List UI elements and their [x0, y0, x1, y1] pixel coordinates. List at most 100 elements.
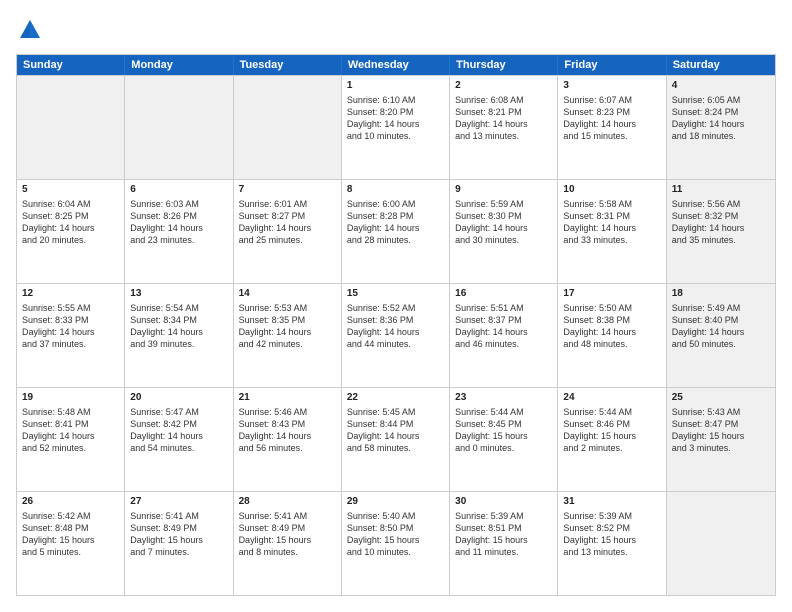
cell-info-line: Sunset: 8:47 PM	[672, 418, 770, 430]
cell-info-line: Sunset: 8:27 PM	[239, 210, 336, 222]
cell-info-line: Sunset: 8:25 PM	[22, 210, 119, 222]
calendar-cell-20: 20Sunrise: 5:47 AMSunset: 8:42 PMDayligh…	[125, 388, 233, 491]
cell-info-line: Sunset: 8:33 PM	[22, 314, 119, 326]
calendar-cell-1: 1Sunrise: 6:10 AMSunset: 8:20 PMDaylight…	[342, 76, 450, 179]
logo	[16, 16, 48, 44]
calendar-cell-7: 7Sunrise: 6:01 AMSunset: 8:27 PMDaylight…	[234, 180, 342, 283]
cell-info-line: Sunset: 8:24 PM	[672, 106, 770, 118]
day-number: 24	[563, 391, 660, 405]
calendar: SundayMondayTuesdayWednesdayThursdayFrid…	[16, 54, 776, 596]
calendar-row-1: 5Sunrise: 6:04 AMSunset: 8:25 PMDaylight…	[17, 179, 775, 283]
day-number: 6	[130, 183, 227, 197]
cell-info-line: and 10 minutes.	[347, 546, 444, 558]
day-number: 12	[22, 287, 119, 301]
cell-info-line: Sunrise: 5:44 AM	[563, 406, 660, 418]
calendar-cell-29: 29Sunrise: 5:40 AMSunset: 8:50 PMDayligh…	[342, 492, 450, 595]
cell-info-line: and 42 minutes.	[239, 338, 336, 350]
cell-info-line: Sunset: 8:51 PM	[455, 522, 552, 534]
calendar-cell-23: 23Sunrise: 5:44 AMSunset: 8:45 PMDayligh…	[450, 388, 558, 491]
calendar-cell-16: 16Sunrise: 5:51 AMSunset: 8:37 PMDayligh…	[450, 284, 558, 387]
cell-info-line: Sunset: 8:44 PM	[347, 418, 444, 430]
header-day-sunday: Sunday	[17, 55, 125, 75]
calendar-body: 1Sunrise: 6:10 AMSunset: 8:20 PMDaylight…	[17, 75, 775, 595]
cell-info-line: and 0 minutes.	[455, 442, 552, 454]
calendar-cell-3: 3Sunrise: 6:07 AMSunset: 8:23 PMDaylight…	[558, 76, 666, 179]
cell-info-line: and 35 minutes.	[672, 234, 770, 246]
cell-info-line: Sunrise: 5:39 AM	[455, 510, 552, 522]
day-number: 21	[239, 391, 336, 405]
cell-info-line: Daylight: 15 hours	[455, 430, 552, 442]
day-number: 19	[22, 391, 119, 405]
calendar-cell-27: 27Sunrise: 5:41 AMSunset: 8:49 PMDayligh…	[125, 492, 233, 595]
calendar-cell-26: 26Sunrise: 5:42 AMSunset: 8:48 PMDayligh…	[17, 492, 125, 595]
cell-info-line: Daylight: 14 hours	[130, 326, 227, 338]
header-day-wednesday: Wednesday	[342, 55, 450, 75]
cell-info-line: Sunrise: 5:46 AM	[239, 406, 336, 418]
cell-info-line: Daylight: 14 hours	[563, 326, 660, 338]
cell-info-line: Sunrise: 6:00 AM	[347, 198, 444, 210]
cell-info-line: and 39 minutes.	[130, 338, 227, 350]
calendar-row-4: 26Sunrise: 5:42 AMSunset: 8:48 PMDayligh…	[17, 491, 775, 595]
cell-info-line: Daylight: 14 hours	[347, 118, 444, 130]
cell-info-line: and 13 minutes.	[455, 130, 552, 142]
cell-info-line: Sunset: 8:36 PM	[347, 314, 444, 326]
cell-info-line: Daylight: 14 hours	[347, 430, 444, 442]
cell-info-line: Sunset: 8:46 PM	[563, 418, 660, 430]
day-number: 25	[672, 391, 770, 405]
cell-info-line: Sunset: 8:40 PM	[672, 314, 770, 326]
calendar-cell-19: 19Sunrise: 5:48 AMSunset: 8:41 PMDayligh…	[17, 388, 125, 491]
day-number: 18	[672, 287, 770, 301]
cell-info-line: Sunrise: 6:10 AM	[347, 94, 444, 106]
cell-info-line: and 13 minutes.	[563, 546, 660, 558]
cell-info-line: and 58 minutes.	[347, 442, 444, 454]
cell-info-line: and 2 minutes.	[563, 442, 660, 454]
cell-info-line: and 15 minutes.	[563, 130, 660, 142]
calendar-cell-8: 8Sunrise: 6:00 AMSunset: 8:28 PMDaylight…	[342, 180, 450, 283]
cell-info-line: and 3 minutes.	[672, 442, 770, 454]
cell-info-line: and 5 minutes.	[22, 546, 119, 558]
calendar-cell-5: 5Sunrise: 6:04 AMSunset: 8:25 PMDaylight…	[17, 180, 125, 283]
cell-info-line: Daylight: 15 hours	[563, 430, 660, 442]
day-number: 3	[563, 79, 660, 93]
cell-info-line: Sunrise: 5:54 AM	[130, 302, 227, 314]
calendar-cell-empty	[125, 76, 233, 179]
calendar-cell-14: 14Sunrise: 5:53 AMSunset: 8:35 PMDayligh…	[234, 284, 342, 387]
cell-info-line: Sunrise: 5:49 AM	[672, 302, 770, 314]
cell-info-line: Sunset: 8:41 PM	[22, 418, 119, 430]
calendar-row-3: 19Sunrise: 5:48 AMSunset: 8:41 PMDayligh…	[17, 387, 775, 491]
cell-info-line: Sunrise: 6:03 AM	[130, 198, 227, 210]
cell-info-line: Daylight: 14 hours	[22, 222, 119, 234]
cell-info-line: Sunset: 8:48 PM	[22, 522, 119, 534]
cell-info-line: Sunrise: 5:40 AM	[347, 510, 444, 522]
day-number: 5	[22, 183, 119, 197]
cell-info-line: Sunrise: 5:41 AM	[130, 510, 227, 522]
calendar-cell-31: 31Sunrise: 5:39 AMSunset: 8:52 PMDayligh…	[558, 492, 666, 595]
day-number: 10	[563, 183, 660, 197]
cell-info-line: and 50 minutes.	[672, 338, 770, 350]
cell-info-line: and 8 minutes.	[239, 546, 336, 558]
header-day-monday: Monday	[125, 55, 233, 75]
cell-info-line: Sunrise: 6:08 AM	[455, 94, 552, 106]
cell-info-line: Sunset: 8:52 PM	[563, 522, 660, 534]
cell-info-line: Daylight: 14 hours	[239, 326, 336, 338]
cell-info-line: Daylight: 15 hours	[239, 534, 336, 546]
calendar-cell-25: 25Sunrise: 5:43 AMSunset: 8:47 PMDayligh…	[667, 388, 775, 491]
cell-info-line: and 23 minutes.	[130, 234, 227, 246]
cell-info-line: Daylight: 15 hours	[130, 534, 227, 546]
day-number: 30	[455, 495, 552, 509]
cell-info-line: Daylight: 15 hours	[672, 430, 770, 442]
cell-info-line: and 7 minutes.	[130, 546, 227, 558]
cell-info-line: Sunset: 8:45 PM	[455, 418, 552, 430]
calendar-header: SundayMondayTuesdayWednesdayThursdayFrid…	[17, 55, 775, 75]
calendar-cell-empty	[234, 76, 342, 179]
cell-info-line: and 48 minutes.	[563, 338, 660, 350]
cell-info-line: Sunset: 8:23 PM	[563, 106, 660, 118]
cell-info-line: and 44 minutes.	[347, 338, 444, 350]
cell-info-line: Sunset: 8:37 PM	[455, 314, 552, 326]
cell-info-line: Daylight: 14 hours	[563, 222, 660, 234]
cell-info-line: Daylight: 14 hours	[22, 430, 119, 442]
calendar-cell-6: 6Sunrise: 6:03 AMSunset: 8:26 PMDaylight…	[125, 180, 233, 283]
cell-info-line: Daylight: 14 hours	[672, 118, 770, 130]
cell-info-line: and 10 minutes.	[347, 130, 444, 142]
calendar-cell-10: 10Sunrise: 5:58 AMSunset: 8:31 PMDayligh…	[558, 180, 666, 283]
